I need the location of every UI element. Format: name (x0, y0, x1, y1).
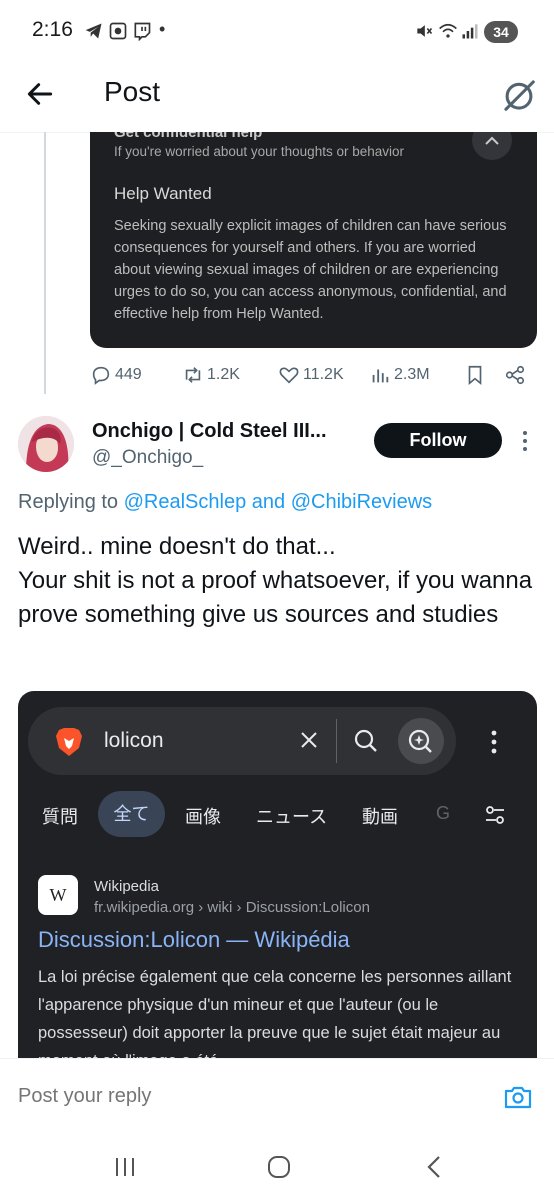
home-icon[interactable] (264, 1152, 294, 1182)
thread-connector (44, 132, 46, 394)
reply-input[interactable] (18, 1085, 458, 1108)
result-snippet: La loi précise également que cela concer… (38, 968, 512, 1070)
reply-count: 449 (115, 366, 142, 383)
replying-to-users[interactable]: @RealSchlep and @ChibiReviews (124, 491, 433, 513)
back-nav-icon[interactable] (420, 1152, 450, 1182)
clear-search-icon (301, 732, 317, 748)
tab-videos: 動画 (362, 807, 398, 827)
post-actions: 449 1.2K 11.2K 2.3M (90, 360, 537, 390)
display-name[interactable]: Onchigo | Cold Steel III... (92, 420, 327, 443)
help-wanted-card[interactable]: Get confidential help If you're worried … (90, 132, 537, 348)
tab-all: 全て (98, 791, 165, 837)
reply-composer (0, 1058, 554, 1135)
avatar[interactable] (18, 416, 74, 472)
screenshot-search-bar (28, 707, 456, 775)
replying-prefix: Replying to (18, 491, 124, 513)
more-options-icon[interactable] (518, 428, 532, 454)
grok-icon[interactable] (500, 76, 538, 114)
mute-icon (417, 25, 433, 37)
screenshot-icon (109, 22, 127, 40)
repost-icon (185, 367, 201, 383)
arrow-left-icon[interactable] (24, 78, 56, 110)
post-text-line-1: Weird.. mine doesn't do that... (18, 533, 336, 560)
camera-icon[interactable] (503, 1082, 533, 1112)
search-icon (354, 729, 377, 752)
screenshot-query: lolicon (104, 729, 164, 752)
post-text-line-2: Your shit is not a proof whatsoever, if … (18, 567, 533, 628)
card-subtitle: If you're worried about your thoughts or… (114, 144, 404, 159)
avatar-image (18, 416, 74, 472)
views-action[interactable]: 2.3M (369, 360, 430, 390)
card-heading-cut: Get confidential help (114, 132, 263, 141)
heart-icon (279, 367, 299, 384)
tab-questions: 質問 (42, 807, 78, 827)
tab-news: ニュース (256, 807, 328, 827)
page-title: Post (104, 76, 161, 107)
attached-screenshot[interactable]: lolicon 質問 全て 画像 ニュース 動画 G W Wikipedia f… (18, 691, 537, 1071)
post-text: Weird.. mine doesn't do that... Your shi… (18, 530, 538, 632)
ai-search-icon (408, 729, 432, 753)
follow-button[interactable]: Follow (374, 423, 502, 458)
result-url: fr.wikipedia.org › wiki › Discussion:Lol… (94, 899, 370, 916)
battery-badge: 34 (484, 21, 518, 43)
repost-action[interactable]: 1.2K (182, 360, 240, 390)
status-bar: 2:16 • 34 (0, 0, 554, 64)
signal-icon (462, 24, 478, 39)
chevron-up-icon (485, 136, 499, 145)
user-handle[interactable]: @_Onchigo_ (92, 447, 203, 469)
share-icon[interactable] (504, 364, 526, 386)
system-nav-bar (0, 1134, 554, 1200)
card-close-button (472, 132, 512, 160)
analytics-icon (372, 369, 389, 383)
help-wanted-body: Seeking sexually explicit images of chil… (114, 218, 507, 322)
search-divider (336, 719, 337, 763)
bookmark-icon[interactable] (464, 364, 486, 386)
tab-images: 画像 (185, 807, 221, 827)
status-time: 2:16 (32, 18, 73, 41)
brave-lion-icon (56, 728, 82, 756)
wikipedia-favicon: W (38, 875, 78, 915)
status-dot: • (159, 19, 166, 39)
result-site-name: Wikipedia (94, 878, 160, 895)
reply-action[interactable]: 449 (90, 360, 142, 390)
result-title: Discussion:Lolicon — Wikipédia (38, 927, 350, 952)
twitch-icon (134, 22, 151, 41)
help-wanted-title: Help Wanted (114, 184, 212, 203)
recent-apps-icon[interactable] (110, 1152, 140, 1182)
like-action[interactable]: 11.2K (278, 360, 344, 390)
tab-more: G (436, 803, 451, 823)
wifi-icon (439, 23, 457, 38)
like-count: 11.2K (303, 366, 344, 383)
repost-count: 1.2K (207, 366, 240, 383)
ai-search-button (398, 718, 444, 764)
kebab-icon (491, 730, 497, 754)
views-count: 2.3M (394, 366, 430, 383)
telegram-icon (85, 23, 102, 39)
filter-icon (486, 806, 504, 824)
reply-icon (92, 366, 110, 385)
replying-to-line: Replying to @RealSchlep and @ChibiReview… (18, 491, 432, 514)
top-header: Post (0, 64, 554, 133)
